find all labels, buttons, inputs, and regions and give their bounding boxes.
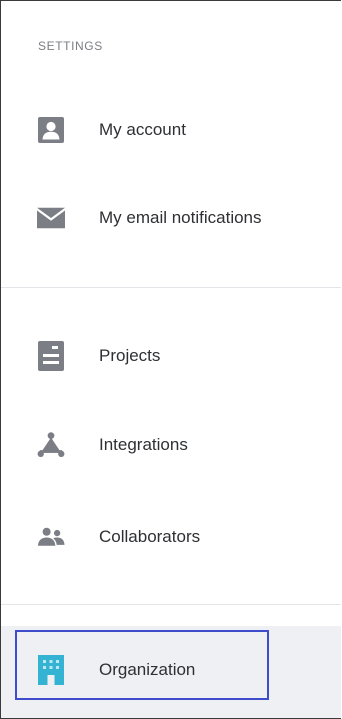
sidebar-item-my-account[interactable]: My account bbox=[1, 102, 341, 158]
divider bbox=[1, 604, 341, 605]
account-icon bbox=[37, 116, 65, 144]
sidebar-item-email-notifications[interactable]: My email notifications bbox=[1, 190, 341, 246]
settings-sidebar: SETTINGS My account My email notificatio… bbox=[0, 0, 341, 719]
sidebar-item-integrations[interactable]: Integrations bbox=[1, 417, 341, 473]
sidebar-item-label: Collaborators bbox=[99, 527, 201, 546]
collaborators-icon bbox=[37, 523, 65, 551]
sidebar-item-collaborators[interactable]: Collaborators bbox=[1, 509, 341, 565]
sidebar-item-label: My email notifications bbox=[99, 208, 262, 227]
sidebar-item-label: Projects bbox=[99, 346, 161, 365]
sidebar-item-label: My account bbox=[99, 120, 186, 139]
divider bbox=[1, 287, 341, 288]
integrations-icon bbox=[37, 431, 65, 459]
sidebar-item-label: Integrations bbox=[99, 435, 188, 454]
highlight-outline bbox=[15, 630, 269, 700]
projects-icon bbox=[37, 341, 65, 371]
section-label-settings: SETTINGS bbox=[38, 39, 103, 53]
email-icon bbox=[37, 204, 65, 232]
sidebar-item-projects[interactable]: Projects bbox=[1, 328, 341, 384]
